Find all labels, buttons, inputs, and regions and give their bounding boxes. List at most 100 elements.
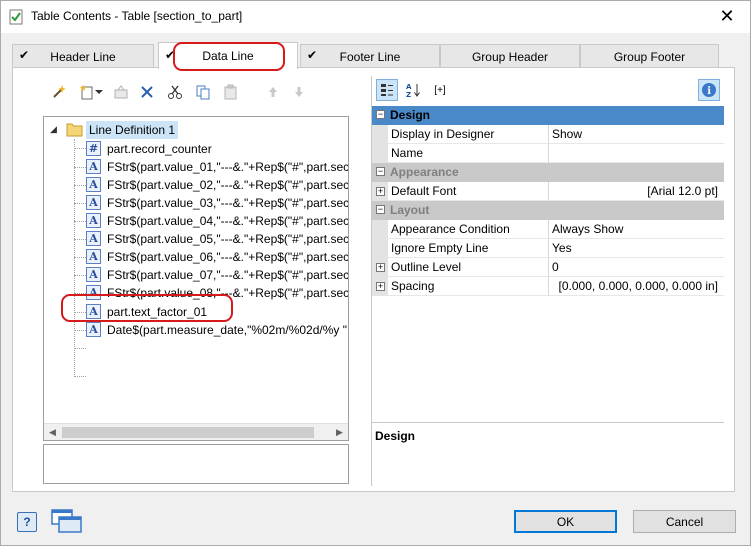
property-name: Name xyxy=(388,144,549,163)
expand-icon[interactable]: + xyxy=(376,263,385,272)
tree-item-label: part.text_factor_01 xyxy=(107,305,208,319)
paste-icon[interactable] xyxy=(221,82,241,102)
scroll-right-icon[interactable]: ▶ xyxy=(331,424,348,440)
expand-all-icon[interactable]: [+] xyxy=(426,79,454,101)
scroll-left-icon[interactable]: ◀ xyxy=(44,424,61,440)
ok-button[interactable]: OK xyxy=(514,510,617,533)
property-value[interactable]: [Arial 12.0 pt] xyxy=(549,182,724,201)
text-field-icon: A xyxy=(86,304,101,319)
tree-horizontal-scrollbar[interactable]: ◀ ▶ xyxy=(44,423,348,440)
tree-item[interactable]: A FStr$(part.value_07,"---&."+Rep$("#",p… xyxy=(86,266,349,284)
tab-label: Footer Line xyxy=(339,49,401,64)
text-field-icon: A xyxy=(86,322,101,337)
category-appearance[interactable]: − Appearance xyxy=(372,163,724,182)
close-button[interactable]: ✕ xyxy=(704,1,750,32)
tree-item[interactable]: A FStr$(part.value_03,"---&."+Rep$("#",p… xyxy=(86,194,348,212)
collapse-icon[interactable]: ◢ xyxy=(50,124,57,135)
categorized-icon[interactable] xyxy=(376,79,398,101)
collapse-icon[interactable]: − xyxy=(376,110,385,119)
tree-item-label: FStr$(part.value_06,"---&."+Rep$("#",par… xyxy=(107,250,349,264)
properties-icon[interactable] xyxy=(111,82,131,102)
dialog-window: Table Contents - Table [section_to_part]… xyxy=(0,0,751,546)
tree-item[interactable]: A FStr$(part.value_02,"---&."+Rep$("#",p… xyxy=(86,176,349,194)
property-value[interactable]: Yes xyxy=(549,239,724,258)
tree-item-label: FStr$(part.value_07,"---&."+Rep$("#",par… xyxy=(107,268,349,282)
tree-item-label: part.record_counter xyxy=(107,142,212,156)
property-row[interactable]: Ignore Empty Line Yes xyxy=(372,239,724,258)
property-row[interactable]: + Spacing [0.000, 0.000, 0.000, 0.000 in… xyxy=(372,277,724,296)
category-design[interactable]: − Design xyxy=(372,106,724,125)
property-row[interactable]: + Outline Level 0 xyxy=(372,258,724,277)
delete-icon[interactable] xyxy=(137,82,157,102)
expand-icon[interactable]: + xyxy=(376,282,385,291)
property-value[interactable]: Show xyxy=(549,125,724,144)
tree-item[interactable]: A FStr$(part.value_01,"---&."+Rep$("#",p… xyxy=(86,158,349,176)
svg-text:Z: Z xyxy=(406,91,411,98)
tree-root-row[interactable]: ◢ Line Definition 1 xyxy=(44,121,344,139)
property-toolbar: AZ [+] i xyxy=(372,76,726,104)
property-row[interactable]: Display in Designer Show xyxy=(372,125,724,144)
property-row[interactable]: Name xyxy=(372,144,724,163)
tab-label: Group Footer xyxy=(613,49,686,64)
tab-checkbox-icon[interactable]: ✔ xyxy=(19,48,29,62)
property-description-box: Design xyxy=(372,422,724,486)
sort-az-icon[interactable]: AZ xyxy=(402,79,424,101)
svg-text:A: A xyxy=(406,83,412,91)
category-layout[interactable]: − Layout xyxy=(372,201,724,220)
move-down-icon[interactable] xyxy=(289,82,309,102)
tree-item-label: FStr$(part.value_02,"---&."+Rep$("#",par… xyxy=(107,178,349,192)
tree-item[interactable]: A FStr$(part.value_04,"---&."+Rep$("#",p… xyxy=(86,212,349,230)
property-value[interactable] xyxy=(549,144,724,163)
move-up-icon[interactable] xyxy=(263,82,283,102)
tab-data-line[interactable]: ✔ Data Line xyxy=(158,42,298,69)
collapse-icon[interactable]: − xyxy=(376,205,385,214)
folder-icon xyxy=(66,123,83,137)
tree-item[interactable]: A part.text_factor_01 xyxy=(86,303,346,321)
tab-group-footer[interactable]: Group Footer xyxy=(580,44,719,68)
cut-icon[interactable] xyxy=(165,82,185,102)
text-field-icon: A xyxy=(86,159,101,174)
tree-item[interactable]: A Date$(part.measure_date,"%02m/%02d/%y … xyxy=(86,321,348,339)
property-name: Default Font xyxy=(388,182,549,201)
tree-item-label: FStr$(part.value_01,"---&."+Rep$("#",par… xyxy=(107,160,349,174)
category-label: Appearance xyxy=(390,165,459,179)
tree-item[interactable]: # part.record_counter xyxy=(86,140,346,158)
property-value[interactable]: [0.000, 0.000, 0.000, 0.000 in] xyxy=(549,277,724,296)
tab-footer-line[interactable]: ✔ Footer Line xyxy=(300,44,440,68)
scrollbar-thumb[interactable] xyxy=(62,427,314,438)
field-number-icon: # xyxy=(86,141,101,156)
property-value[interactable]: 0 xyxy=(549,258,724,277)
help-button[interactable]: ? xyxy=(17,512,37,532)
cancel-button[interactable]: Cancel xyxy=(633,510,736,533)
tab-header-line[interactable]: ✔ Header Line xyxy=(12,44,154,68)
wand-icon[interactable] xyxy=(49,82,69,102)
tree-root-label: Line Definition 1 xyxy=(86,121,179,139)
property-name: Spacing xyxy=(388,277,549,296)
tree-item-label: FStr$(part.value_04,"---&."+Rep$("#",par… xyxy=(107,214,349,228)
property-row[interactable]: + Default Font [Arial 12.0 pt] xyxy=(372,182,724,201)
expand-icon[interactable]: + xyxy=(376,187,385,196)
tab-content-panel: ◢ Line Definition 1 # part.record_counte… xyxy=(12,67,735,492)
info-icon[interactable]: i xyxy=(698,79,720,101)
text-field-icon: A xyxy=(86,231,101,246)
tab-checkbox-icon[interactable]: ✔ xyxy=(165,48,175,62)
copy-icon[interactable] xyxy=(193,82,213,102)
property-name: Display in Designer xyxy=(388,125,549,144)
tree-item[interactable]: A FStr$(part.value_08,"---&."+Rep$("#",p… xyxy=(86,284,349,302)
dropdown-arrow-icon[interactable] xyxy=(93,82,105,102)
text-field-icon: A xyxy=(86,177,101,192)
property-row[interactable]: Appearance Condition Always Show xyxy=(372,220,724,239)
tab-checkbox-icon[interactable]: ✔ xyxy=(307,48,317,62)
tab-label: Header Line xyxy=(50,49,116,64)
property-value[interactable]: Always Show xyxy=(549,220,724,239)
tree-item[interactable]: A FStr$(part.value_06,"---&."+Rep$("#",p… xyxy=(86,248,349,266)
window-title: Table Contents - Table [section_to_part] xyxy=(31,9,243,23)
collapse-icon[interactable]: − xyxy=(376,167,385,176)
tab-group-header[interactable]: Group Header xyxy=(440,44,580,68)
property-panel: AZ [+] i − Design Display in Designer Sh… xyxy=(371,76,725,486)
property-name: Ignore Empty Line xyxy=(388,239,549,258)
tree-item-label: FStr$(part.value_08,"---&."+Rep$("#",par… xyxy=(107,286,349,300)
windows-icon[interactable] xyxy=(49,507,85,535)
tree-item[interactable]: A FStr$(part.value_05,"---&."+Rep$("#",p… xyxy=(86,230,348,248)
line-definition-tree[interactable]: ◢ Line Definition 1 # part.record_counte… xyxy=(43,116,349,441)
